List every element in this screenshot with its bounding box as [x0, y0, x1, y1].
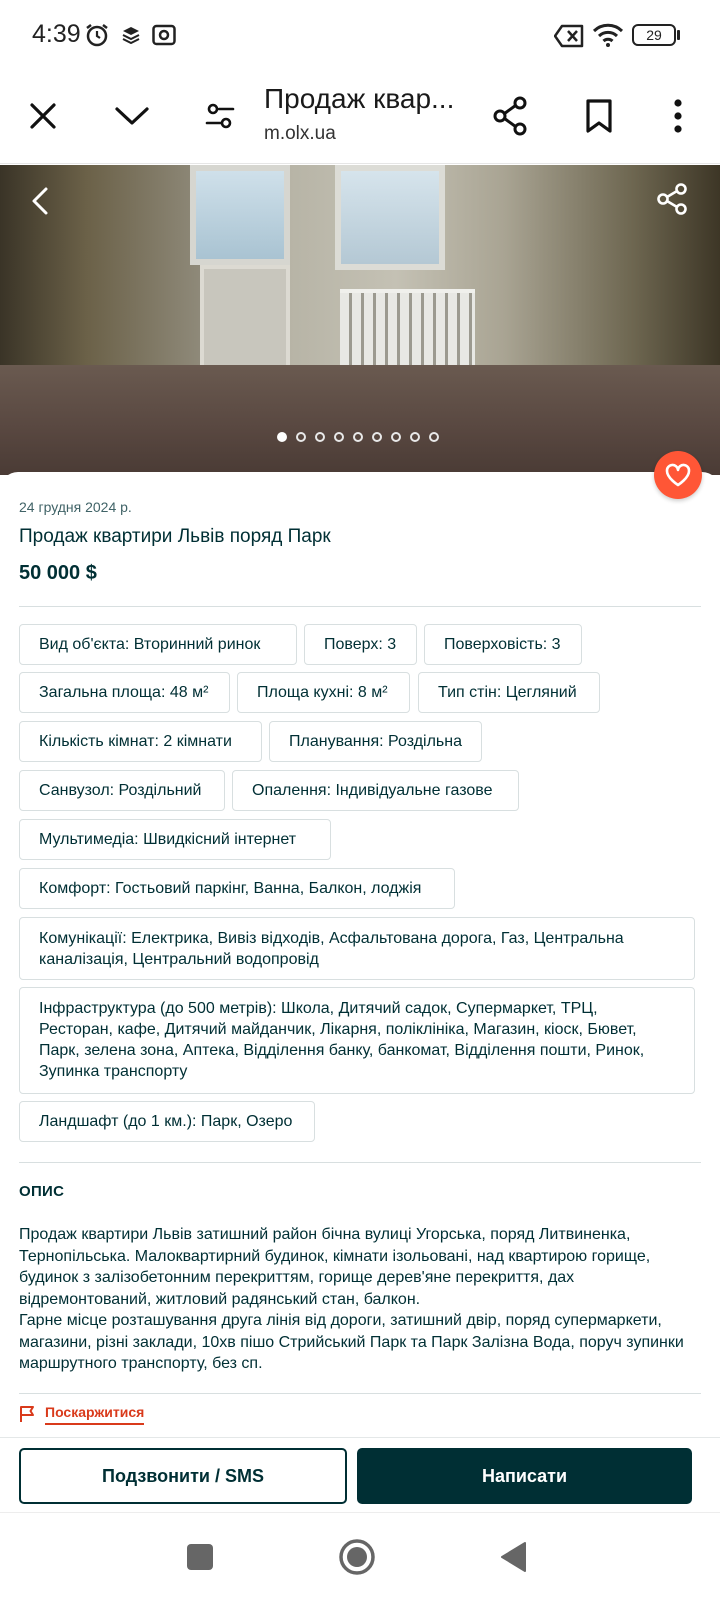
flag-icon — [20, 1406, 34, 1422]
param-tag: Кількість кімнат: 2 кімнати — [19, 721, 262, 762]
description-text: Продаж квартири Львів затишний район біч… — [19, 1226, 684, 1372]
param-tag: Тип стін: Цегляний — [418, 672, 600, 713]
photo-gallery[interactable] — [0, 165, 720, 475]
bookmark-button[interactable] — [575, 92, 623, 140]
gallery-dot[interactable] — [429, 432, 439, 442]
layers-icon — [122, 27, 140, 44]
photo-window-right — [335, 165, 445, 270]
param-tag: Опалення: Індивідуальне газове — [232, 770, 519, 811]
status-time: 4:39 — [32, 20, 81, 48]
battery-icon: 29 — [632, 24, 676, 46]
gallery-dot[interactable] — [372, 432, 382, 442]
gallery-back-icon[interactable] — [22, 181, 62, 221]
gallery-dot[interactable] — [391, 432, 401, 442]
minimize-button[interactable] — [108, 92, 156, 140]
photo-radiator — [340, 289, 475, 367]
page-settings-button[interactable] — [196, 92, 244, 140]
param-tag: Планування: Роздільна — [269, 721, 482, 762]
param-tag: Мультимедіа: Швидкісний інтернет — [19, 819, 331, 860]
report-label: Поскаржитися — [45, 1404, 145, 1425]
param-tag: Загальна площа: 48 м² — [19, 672, 230, 713]
gallery-dot[interactable] — [410, 432, 420, 442]
no-sim-icon — [554, 24, 584, 48]
status-bar: 4:39 29 — [0, 0, 720, 70]
chevron-down-icon — [115, 107, 149, 125]
home-button[interactable] — [335, 1535, 379, 1579]
report-link[interactable]: Поскаржитися — [19, 1404, 145, 1434]
param-tag: Інфраструктура (до 500 метрів): Школа, Д… — [19, 987, 695, 1094]
divider — [19, 1162, 701, 1163]
share-button[interactable] — [486, 92, 534, 140]
param-tag: Комфорт: Гостьовий паркінг, Ванна, Балко… — [19, 868, 455, 909]
gallery-share-icon[interactable] — [652, 179, 692, 219]
divider — [19, 606, 701, 607]
listing-price: 50 000 $ — [19, 562, 97, 584]
param-tag: Ландшафт (до 1 км.): Парк, Озеро — [19, 1101, 315, 1142]
gallery-dot[interactable] — [334, 432, 344, 442]
listing-date: 24 грудня 2024 р. — [19, 499, 132, 515]
param-tag: Вид об'єкта: Вторинний ринок — [19, 624, 297, 665]
browser-toolbar: Продаж квар... m.olx.ua — [0, 70, 720, 164]
back-triangle-icon — [501, 1542, 526, 1572]
more-vert-icon — [674, 99, 682, 133]
page-url[interactable]: m.olx.ua — [264, 123, 336, 145]
back-button[interactable] — [492, 1535, 536, 1579]
page-title: Продаж квар... — [264, 83, 455, 114]
param-tag: Поверх: 3 — [304, 624, 417, 665]
gallery-dot[interactable] — [315, 432, 325, 442]
square-icon — [187, 1544, 213, 1570]
param-tag: Площа кухні: 8 м² — [237, 672, 410, 713]
write-message-button[interactable]: Написати — [357, 1448, 692, 1504]
param-tag: Поверховість: 3 — [424, 624, 582, 665]
photo-floor — [0, 365, 720, 475]
share-icon — [493, 96, 527, 136]
battery-level: 29 — [646, 27, 662, 43]
divider — [19, 1393, 701, 1394]
close-tab-button[interactable] — [19, 92, 67, 140]
wifi-icon — [592, 23, 624, 47]
param-tag: Комунікації: Електрика, Вивіз відходів, … — [19, 917, 695, 980]
screen-record-icon — [152, 24, 176, 46]
favorite-button[interactable] — [654, 451, 702, 499]
photo-window-left — [190, 165, 290, 265]
battery-tip — [677, 30, 680, 40]
gallery-dot[interactable] — [296, 432, 306, 442]
contact-action-bar: Подзвонити / SMS Написати — [0, 1437, 720, 1512]
close-icon — [30, 103, 56, 129]
gallery-dot[interactable] — [277, 432, 287, 442]
description-heading: ОПИС — [19, 1183, 65, 1200]
recents-button[interactable] — [178, 1535, 222, 1579]
heart-icon — [665, 463, 691, 487]
home-circle-icon — [339, 1539, 375, 1575]
photo-balcony-door — [200, 265, 290, 375]
system-nav-bar — [0, 1512, 720, 1600]
param-tag: Санвузол: Роздільний — [19, 770, 225, 811]
gallery-pagination — [277, 432, 439, 442]
bookmark-icon — [586, 99, 612, 133]
call-sms-button[interactable]: Подзвонити / SMS — [19, 1448, 347, 1504]
listing-title: Продаж квартири Львів поряд Парк — [19, 526, 331, 547]
page-settings-icon — [205, 103, 235, 129]
more-options-button[interactable] — [654, 92, 702, 140]
gallery-dot[interactable] — [353, 432, 363, 442]
alarm-icon — [86, 24, 108, 47]
